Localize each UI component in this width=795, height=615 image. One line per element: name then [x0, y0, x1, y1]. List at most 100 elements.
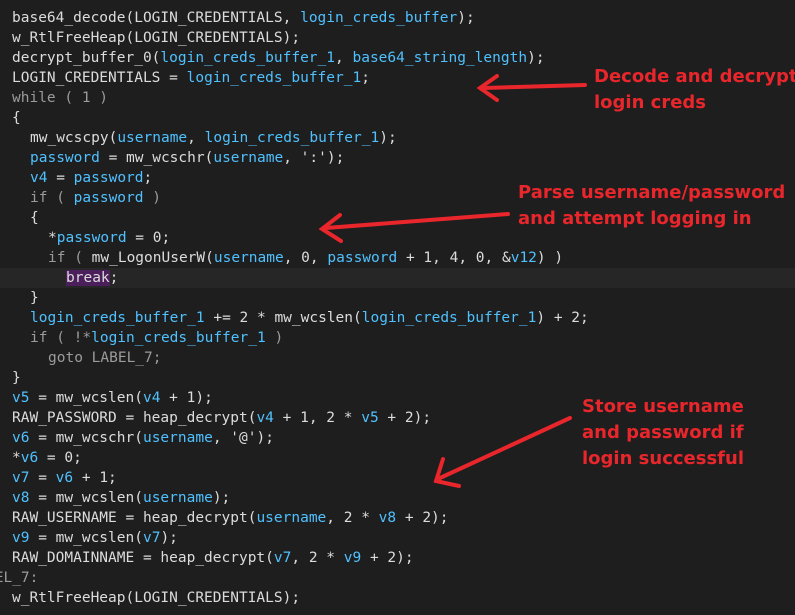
code-token: ): [265, 330, 284, 346]
code-token: login_creds_buffer_1: [160, 50, 336, 66]
code-line-text: if ( password ): [30, 188, 161, 208]
code-line-text: if ( mw_LogonUserW(username, 0, password…: [48, 248, 563, 268]
code-line: v9 = mw_wcslen(v7);: [0, 528, 795, 548]
code-line-text: v4 = password;: [30, 168, 152, 188]
code-line-text: RAW_DOMAINNAME = heap_decrypt(v7, 2 * v9…: [12, 548, 414, 568]
code-line: break;: [0, 268, 795, 288]
code-token: mw_LogonUserW(: [91, 250, 214, 266]
code-token: }: [12, 370, 21, 386]
code-line-text: v7 = v6 + 1;: [12, 468, 117, 488]
code-token: v5: [12, 390, 30, 406]
code-token: v8: [378, 510, 397, 526]
code-line-text: decrypt_buffer_0(login_creds_buffer_1, b…: [12, 48, 545, 68]
code-token: v7: [142, 530, 161, 546]
code-line-text: if ( !*login_creds_buffer_1 ): [30, 328, 283, 348]
code-token: ;: [109, 270, 119, 286]
code-line: goto LABEL_7;: [0, 348, 795, 368]
code-token: + 1);: [160, 390, 213, 406]
code-token: + 1;: [73, 470, 117, 486]
code-token: password: [73, 190, 144, 206]
code-line: RAW_DOMAINNAME = heap_decrypt(v7, 2 * v9…: [0, 548, 795, 568]
code-token: = mw_wcslen(: [29, 490, 143, 506]
code-token: decrypt_buffer_0(: [12, 50, 161, 66]
code-token: if (: [30, 190, 74, 206]
code-token: ) ): [536, 250, 564, 266]
code-token: base64_string_length: [352, 50, 528, 66]
code-line-text: mw_wcscpy(username, login_creds_buffer_1…: [30, 128, 397, 148]
code-token: w_RtlFreeHeap(LOGIN_CREDENTIALS);: [12, 30, 301, 46]
code-token: password: [327, 250, 398, 266]
code-token: , 0,: [283, 250, 328, 266]
code-token: = mw_wcslen(: [29, 390, 143, 406]
code-line-text: *password = 0;: [48, 228, 170, 248]
code-line: mw_wcscpy(username, login_creds_buffer_1…: [0, 128, 795, 148]
code-token: v6: [55, 470, 74, 486]
code-token: = 0;: [38, 450, 82, 466]
code-line: }: [0, 288, 795, 308]
code-token: + 1, 2 *: [273, 410, 362, 426]
code-token: =: [29, 470, 56, 486]
code-line: base64_decode(LOGIN_CREDENTIALS, login_c…: [0, 8, 795, 28]
code-token: v8: [12, 490, 30, 506]
code-token: username: [142, 490, 213, 506]
code-token: login_creds_buffer: [300, 10, 458, 26]
code-token: while ( 1 ): [12, 90, 109, 106]
code-line-text: *v6 = 0;: [12, 448, 82, 468]
code-line-text: }: [30, 288, 39, 308]
code-line-text: v8 = mw_wcslen(username);: [12, 488, 230, 508]
code-line-text: goto LABEL_7;: [48, 348, 162, 368]
code-line-text: BEL_7:: [0, 568, 38, 588]
code-token: v4: [30, 170, 48, 186]
code-token: , 2 *: [291, 550, 344, 566]
code-token: ,: [335, 50, 353, 66]
code-token: RAW_USERNAME = heap_decrypt(: [12, 510, 257, 526]
code-token: password: [30, 150, 100, 166]
code-token: );: [457, 10, 475, 26]
code-token: *: [48, 230, 57, 246]
code-line: password = mw_wcschr(username, ':');: [0, 148, 795, 168]
code-line: RAW_USERNAME = heap_decrypt(username, 2 …: [0, 508, 795, 528]
code-line-text: base64_decode(LOGIN_CREDENTIALS, login_c…: [12, 8, 475, 28]
code-token: BEL_7:: [0, 570, 39, 586]
code-token: {: [12, 110, 21, 126]
code-token: login_creds_buffer_1: [91, 330, 266, 346]
code-line-text: password = mw_wcschr(username, ':');: [30, 148, 344, 168]
code-token: login_creds_buffer_1: [361, 310, 537, 326]
code-token: + 2);: [378, 410, 432, 426]
code-token: }: [30, 290, 39, 306]
code-line-text: RAW_PASSWORD = heap_decrypt(v4 + 1, 2 * …: [12, 408, 431, 428]
code-token: LOGIN_CREDENTIALS =: [12, 70, 187, 86]
code-token: ;: [143, 170, 153, 186]
code-token: v5: [361, 410, 379, 426]
code-token: password: [56, 230, 127, 246]
code-token: v9: [12, 530, 30, 546]
code-line-text: w_RtlFreeHeap(LOGIN_CREDENTIALS);: [12, 28, 300, 48]
code-token: , 2 *: [326, 510, 379, 526]
code-token: ,: [187, 130, 205, 146]
code-token: login_creds_buffer_1: [30, 310, 205, 326]
code-line-text: {: [30, 208, 39, 228]
code-token: RAW_PASSWORD = heap_decrypt(: [12, 410, 257, 426]
code-token: if (: [48, 250, 92, 266]
code-token: login_creds_buffer_1: [186, 70, 362, 86]
code-line-text: LOGIN_CREDENTIALS = login_creds_buffer_1…: [12, 68, 370, 88]
code-token: =: [47, 170, 74, 186]
code-token: *: [12, 450, 21, 466]
code-line-text: break;: [66, 268, 118, 288]
code-token: v12: [510, 250, 537, 266]
code-token: login_creds_buffer_1: [204, 130, 380, 146]
code-token: username: [142, 430, 213, 446]
code-token: password: [73, 170, 144, 186]
code-token: );: [527, 50, 545, 66]
code-line: w_RtlFreeHeap(LOGIN_CREDENTIALS);: [0, 28, 795, 48]
code-token: ) + 2;: [536, 310, 589, 326]
code-token: username: [213, 150, 284, 166]
code-token: + 2);: [361, 550, 414, 566]
code-token: + 1, 4, 0, &: [397, 250, 511, 266]
code-token: );: [379, 130, 397, 146]
code-token: v9: [343, 550, 362, 566]
code-line: login_creds_buffer_1 += 2 * mw_wcslen(lo…: [0, 308, 795, 328]
code-line: v8 = mw_wcslen(username);: [0, 488, 795, 508]
code-token: , ':');: [283, 150, 345, 166]
code-token: += 2 * mw_wcslen(: [204, 310, 362, 326]
